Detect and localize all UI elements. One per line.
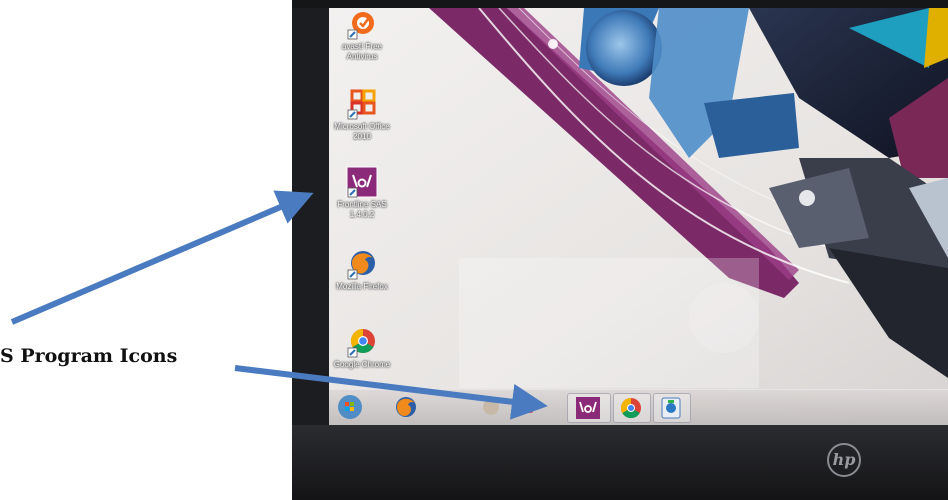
desktop-screen: avast! Free Antivirus Microsoft Office 2… [329,8,948,425]
hp-logo: hp [827,443,861,477]
taskbar-chrome[interactable] [613,393,651,423]
frontline-sas-icon [346,166,378,198]
arrow-to-desktop-icon [10,190,314,325]
laptop-photo: avast! Free Antivirus Microsoft Office 2… [292,0,948,500]
start-orb-icon [338,395,362,419]
taskbar-pinned-app-1[interactable] [479,393,505,421]
desktop-icon-firefox[interactable]: Mozilla Firefox [331,248,393,292]
desktop-wallpaper [329,8,948,425]
start-button[interactable] [335,393,369,421]
screen-bezel-top [292,0,948,8]
desktop-icon-label: Mozilla Firefox [336,282,388,291]
desktop-icon-frontline-sas[interactable]: Frontline SAS 1.4.0.2 [331,166,393,220]
taskbar-network-app[interactable] [653,393,691,423]
taskbar [329,389,948,425]
network-app-icon [661,397,681,419]
avast-icon [346,8,378,40]
pinned-app-icon [519,402,533,413]
taskbar-pinned-app-2[interactable] [513,393,541,421]
desktop-icon-label: avast! Free Antivirus [341,42,382,61]
desktop-icon-label: Google Chrome [333,360,391,369]
chrome-icon [346,326,378,358]
office-icon [346,88,378,120]
desktop-icon-label: Microsoft Office 2010 [334,122,390,141]
pinned-app-icon [483,399,499,415]
desktop-icon-label: Frontline SAS 1.4.0.2 [337,200,387,219]
chrome-icon [620,397,641,419]
desktop-icon-office[interactable]: Microsoft Office 2010 [331,88,393,142]
firefox-icon [346,248,378,280]
desktop-icon-avast[interactable]: avast! Free Antivirus [331,8,393,62]
taskbar-frontline-sas[interactable] [567,393,611,423]
desktop-icon-chrome[interactable]: Google Chrome [331,326,393,370]
callout-label: S Program Icons [0,345,178,367]
firefox-icon [396,397,416,417]
taskbar-firefox[interactable] [391,393,425,421]
frontline-sas-icon [576,397,600,419]
